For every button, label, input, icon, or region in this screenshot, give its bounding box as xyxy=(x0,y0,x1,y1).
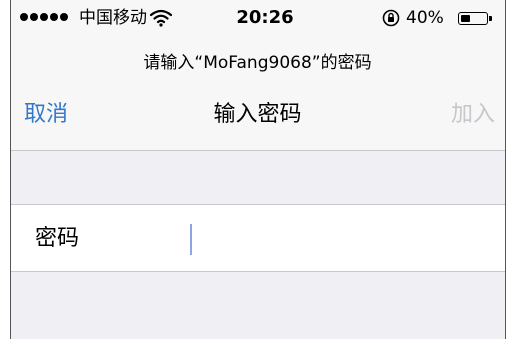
password-row[interactable]: 密码 xyxy=(10,204,505,272)
rotation-lock-icon xyxy=(382,9,400,27)
battery-icon xyxy=(458,12,492,25)
page-title: 输入密码 xyxy=(213,102,302,127)
navigation-header: 中国移动 20:26 40% 请输入“MoFang9068”的密码 取消 输入密… xyxy=(10,0,505,151)
battery-tip xyxy=(489,16,492,21)
signal-dot xyxy=(60,13,68,21)
join-button[interactable]: 加入 xyxy=(451,101,495,129)
text-caret xyxy=(190,224,192,255)
status-time: 20:26 xyxy=(236,7,294,28)
battery-level-fill xyxy=(460,14,471,22)
right-edge-divider xyxy=(505,0,506,339)
network-prompt: 请输入“MoFang9068”的密码 xyxy=(143,53,372,73)
password-input[interactable] xyxy=(185,219,485,257)
wifi-icon xyxy=(150,9,172,27)
signal-dot xyxy=(50,13,58,21)
signal-dot xyxy=(30,13,38,21)
screen: 中国移动 20:26 40% 请输入“MoFang9068”的密码 取消 输入密… xyxy=(0,0,514,339)
signal-dot xyxy=(40,13,48,21)
status-bar: 中国移动 20:26 40% xyxy=(10,0,505,38)
left-edge-divider xyxy=(10,0,11,339)
carrier-name: 中国移动 xyxy=(79,8,147,28)
signal-strength-icon xyxy=(20,13,68,21)
signal-dot xyxy=(20,13,28,21)
battery-percent: 40% xyxy=(406,8,444,28)
password-label: 密码 xyxy=(35,226,80,251)
